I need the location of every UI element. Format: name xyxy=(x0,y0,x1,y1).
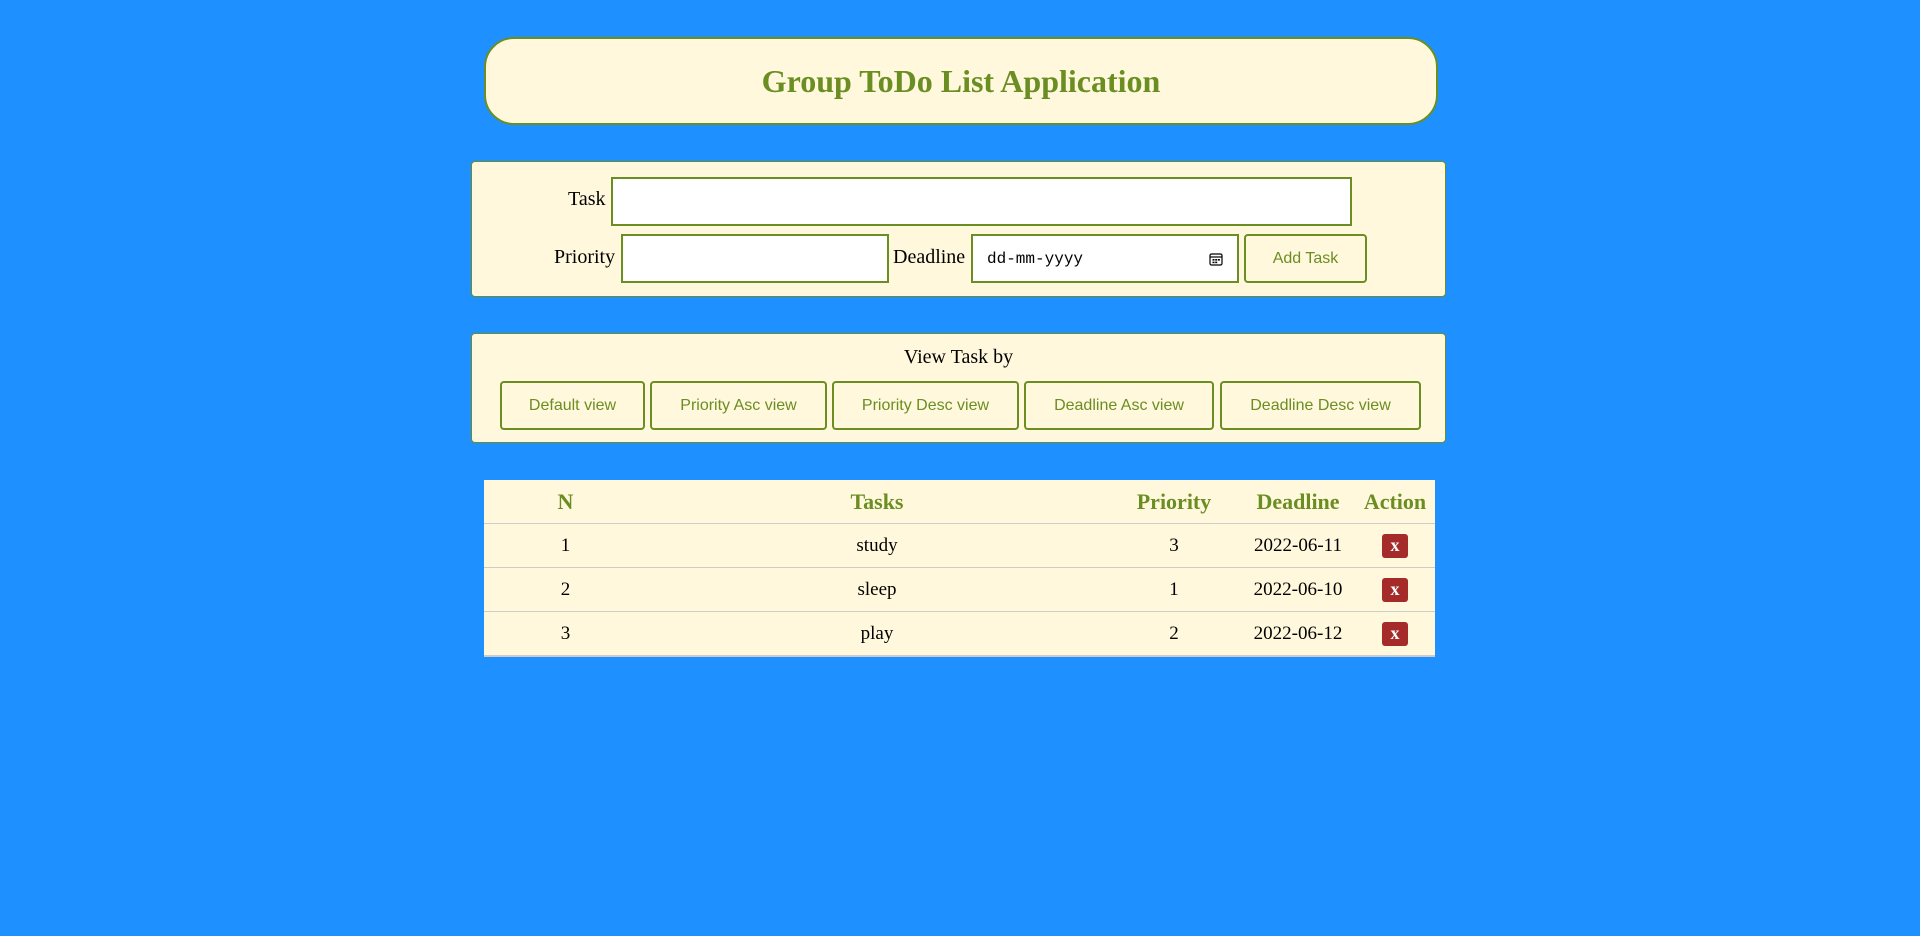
action-cell: x xyxy=(1355,523,1435,568)
table-row: 3 play 2 2022-06-12 x xyxy=(484,612,1435,657)
column-header-priority: Priority xyxy=(1107,480,1241,524)
deadline-input[interactable]: dd-mm-yyyy xyxy=(971,234,1239,283)
page-title: Group ToDo List Application xyxy=(761,62,1161,99)
priority-asc-view-button[interactable]: Priority Asc view xyxy=(650,381,827,430)
priority-input[interactable] xyxy=(621,234,889,283)
task-deadline: 2022-06-10 xyxy=(1241,567,1355,612)
task-name: sleep xyxy=(647,567,1107,612)
default-view-button[interactable]: Default view xyxy=(500,381,645,430)
add-task-form: Task Priority Deadline dd-mm-yyyy Add Ta… xyxy=(471,161,1446,297)
task-input[interactable] xyxy=(611,177,1352,226)
table-header-row: N Tasks Priority Deadline Action xyxy=(484,480,1435,524)
task-name: study xyxy=(647,523,1107,568)
delete-task-button[interactable]: x xyxy=(1382,621,1408,646)
priority-desc-view-button[interactable]: Priority Desc view xyxy=(832,381,1019,430)
delete-task-button[interactable]: x xyxy=(1382,577,1408,602)
column-header-tasks: Tasks xyxy=(647,480,1107,524)
row-number: 2 xyxy=(484,567,647,612)
add-task-button[interactable]: Add Task xyxy=(1244,234,1367,283)
column-header-deadline: Deadline xyxy=(1241,480,1355,524)
column-header-action: Action xyxy=(1355,480,1435,524)
deadline-label: Deadline xyxy=(893,246,966,268)
column-header-n: N xyxy=(484,480,647,524)
task-deadline: 2022-06-11 xyxy=(1241,523,1355,568)
app-header: Group ToDo List Application xyxy=(484,37,1438,125)
priority-label: Priority xyxy=(554,246,616,268)
row-number: 3 xyxy=(560,622,571,644)
action-cell: x xyxy=(1355,612,1435,657)
task-priority: 3 xyxy=(1107,523,1241,568)
calendar-icon[interactable] xyxy=(1209,252,1223,266)
table-row: 1 study 3 2022-06-11 x xyxy=(484,523,1435,568)
row-number: 1 xyxy=(484,523,647,568)
deadline-placeholder: dd-mm-yyyy xyxy=(987,249,1084,268)
task-priority: 2 xyxy=(1169,622,1179,644)
deadline-asc-view-button[interactable]: Deadline Asc view xyxy=(1024,381,1214,430)
task-label: Task xyxy=(568,188,606,210)
task-name: play xyxy=(860,622,894,644)
view-title: View Task by xyxy=(903,346,1014,368)
table-row: 2 sleep 1 2022-06-10 x xyxy=(484,567,1435,612)
tasks-table: N Tasks Priority Deadline Action 1 study… xyxy=(484,480,1435,657)
deadline-desc-view-button[interactable]: Deadline Desc view xyxy=(1220,381,1421,430)
action-cell: x xyxy=(1355,567,1435,612)
task-deadline: 2022-06-12 xyxy=(1253,622,1343,644)
view-options-panel: View Task by Default view Priority Asc v… xyxy=(471,333,1446,443)
delete-task-button[interactable]: x xyxy=(1382,533,1408,558)
task-priority: 1 xyxy=(1107,567,1241,612)
